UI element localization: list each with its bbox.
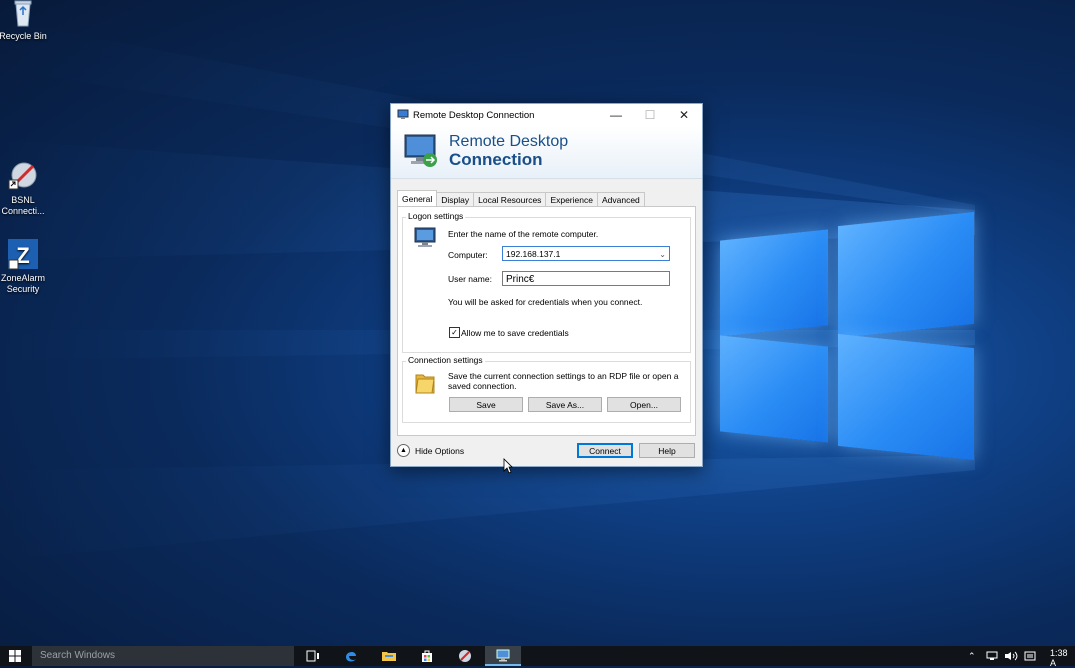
windows-start-icon <box>9 650 21 662</box>
logon-settings-label: Logon settings <box>406 211 466 221</box>
remote-desktop-icon[interactable] <box>485 646 521 666</box>
folder-icon <box>415 374 435 394</box>
store-icon[interactable] <box>409 646 445 666</box>
app-icon[interactable] <box>447 646 483 666</box>
banner-title-line2: Connection <box>449 150 543 169</box>
username-input[interactable]: Princ€ <box>502 271 670 286</box>
network-icon[interactable] <box>986 651 1000 661</box>
tray-chevron-up-icon[interactable]: ⌃ <box>968 646 976 666</box>
window-title: Remote Desktop Connection <box>413 109 535 121</box>
connection-description: Save the current connection settings to … <box>448 371 679 391</box>
recycle-bin-icon <box>7 0 39 28</box>
taskbar: Search Windows ⌃ 1:38 A <box>0 646 1075 668</box>
maximize-button[interactable]: ☐ <box>633 104 667 126</box>
desktop-icon-label: ZoneAlarm Security <box>0 273 45 294</box>
mouse-cursor-icon <box>503 458 513 474</box>
monitor-icon <box>404 134 437 167</box>
connect-button[interactable]: Connect <box>577 443 633 458</box>
computer-label: Computer: <box>448 250 488 260</box>
help-button[interactable]: Help <box>639 443 695 458</box>
open-button[interactable]: Open... <box>607 397 681 412</box>
file-explorer-icon[interactable] <box>371 646 407 666</box>
save-button[interactable]: Save <box>449 397 523 412</box>
task-view-icon[interactable] <box>295 646 331 666</box>
connection-settings-label: Connection settings <box>406 355 485 365</box>
credentials-note: You will be asked for credentials when y… <box>448 297 643 307</box>
tab-experience[interactable]: Experience <box>545 192 598 207</box>
header-banner: Remote Desktop Connection <box>391 126 702 179</box>
desktop-icon-label: BSNL Connecti... <box>1 195 45 216</box>
zonealarm-icon: Z <box>7 238 39 270</box>
chevron-down-icon[interactable]: ⌄ <box>659 247 666 262</box>
desktop-icon-recycle-bin[interactable]: Recycle Bin <box>0 0 50 42</box>
tab-advanced[interactable]: Advanced <box>596 192 645 207</box>
hide-options-label: Hide Options <box>415 445 465 456</box>
desktop-icon-zonealarm[interactable]: Z ZoneAlarm Security <box>0 238 50 295</box>
tab-local-resources[interactable]: Local Resources <box>473 192 547 207</box>
allow-save-checkbox[interactable]: ✓ <box>449 327 460 338</box>
username-label: User name: <box>448 274 492 284</box>
bsnl-connect-icon <box>7 160 39 192</box>
desktop-icon-label: Recycle Bin <box>0 31 47 41</box>
close-button[interactable]: ✕ <box>667 104 701 126</box>
tab-strip: General Display Local Resources Experien… <box>397 190 645 207</box>
desktop-icon-bsnl[interactable]: BSNL Connecti... <box>0 160 50 217</box>
general-tab-panel: Logon settings Enter the name of the rem… <box>397 206 696 436</box>
allow-save-label: Allow me to save credentials <box>461 328 569 338</box>
chevron-up-icon: ▲ <box>397 444 410 457</box>
computer-value: 192.168.137.1 <box>506 249 561 259</box>
hide-options-toggle[interactable]: ▲ Hide Options <box>397 444 464 457</box>
computer-combobox[interactable]: 192.168.137.1 ⌄ <box>502 246 670 261</box>
windows-logo <box>700 205 980 470</box>
tab-general[interactable]: General <box>397 190 438 207</box>
rdp-app-icon <box>397 109 409 119</box>
save-as-button[interactable]: Save As... <box>528 397 602 412</box>
banner-title-line1: Remote Desktop <box>449 133 569 150</box>
instruction-text: Enter the name of the remote computer. <box>448 229 599 239</box>
computer-icon <box>414 227 436 247</box>
edge-icon[interactable] <box>333 646 369 666</box>
action-center-icon[interactable] <box>1024 651 1036 661</box>
tab-display[interactable]: Display <box>436 192 475 207</box>
clock[interactable]: 1:38 A <box>1050 648 1075 668</box>
taskbar-search-box[interactable]: Search Windows <box>32 646 294 666</box>
volume-icon[interactable] <box>1004 651 1018 661</box>
rdp-window: Remote Desktop Connection — ☐ ✕ Remote D… <box>390 103 703 467</box>
title-bar[interactable]: Remote Desktop Connection — ☐ ✕ <box>391 104 702 126</box>
start-button[interactable] <box>0 646 30 666</box>
minimize-button[interactable]: — <box>599 104 633 126</box>
